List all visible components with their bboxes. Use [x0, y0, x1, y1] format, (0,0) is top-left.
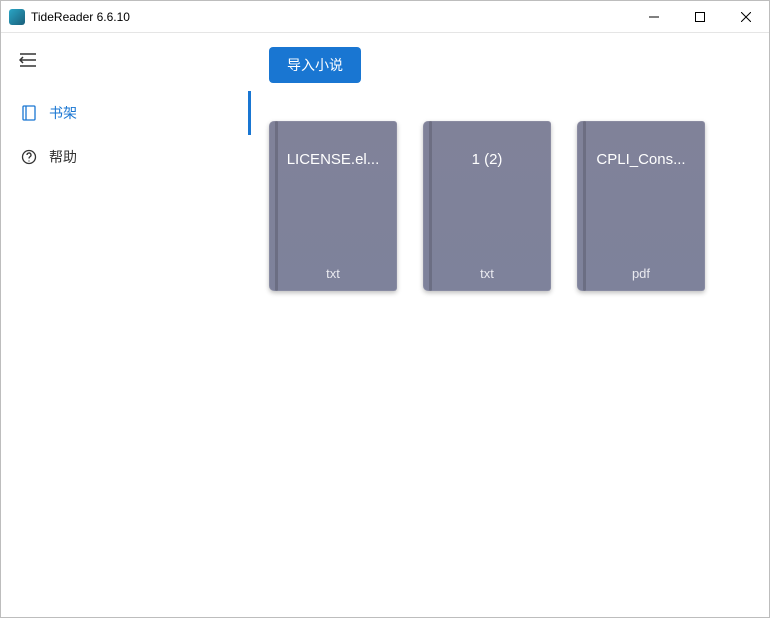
book-extension: pdf: [632, 266, 650, 281]
close-button[interactable]: [723, 1, 769, 32]
close-icon: [741, 12, 751, 22]
titlebar: TideReader 6.6.10: [1, 1, 769, 33]
maximize-button[interactable]: [677, 1, 723, 32]
book-title: 1 (2): [472, 151, 503, 168]
main-content: 导入小说 LICENSE.el... txt 1 (2) txt CPLI_Co…: [251, 33, 769, 617]
menu-collapse-icon: [19, 51, 37, 69]
book-extension: txt: [480, 266, 494, 281]
sidebar-item-label: 书架: [49, 103, 77, 123]
sidebar-item-bookshelf[interactable]: 书架: [1, 91, 251, 135]
minimize-button[interactable]: [631, 1, 677, 32]
book-item[interactable]: CPLI_Cons... pdf: [577, 121, 705, 291]
maximize-icon: [695, 12, 705, 22]
app-title: TideReader 6.6.10: [31, 10, 130, 24]
titlebar-left: TideReader 6.6.10: [9, 9, 130, 25]
app-body: 书架 帮助 导入小说 LICENSE.el... txt 1 (2): [1, 33, 769, 617]
window-controls: [631, 1, 769, 32]
sidebar: 书架 帮助: [1, 33, 251, 617]
app-window: TideReader 6.6.10: [0, 0, 770, 618]
minimize-icon: [649, 12, 659, 22]
book-extension: txt: [326, 266, 340, 281]
sidebar-toggle-button[interactable]: [1, 41, 251, 79]
book-item[interactable]: LICENSE.el... txt: [269, 121, 397, 291]
help-icon: [21, 149, 37, 165]
app-icon: [9, 9, 25, 25]
bookshelf: LICENSE.el... txt 1 (2) txt CPLI_Cons...…: [269, 121, 751, 291]
book-title: CPLI_Cons...: [596, 151, 685, 168]
book-icon: [21, 105, 37, 121]
sidebar-nav: 书架 帮助: [1, 91, 251, 179]
sidebar-item-help[interactable]: 帮助: [1, 135, 251, 179]
import-novel-button[interactable]: 导入小说: [269, 47, 361, 83]
book-item[interactable]: 1 (2) txt: [423, 121, 551, 291]
sidebar-item-label: 帮助: [49, 147, 77, 167]
book-title: LICENSE.el...: [287, 151, 380, 168]
